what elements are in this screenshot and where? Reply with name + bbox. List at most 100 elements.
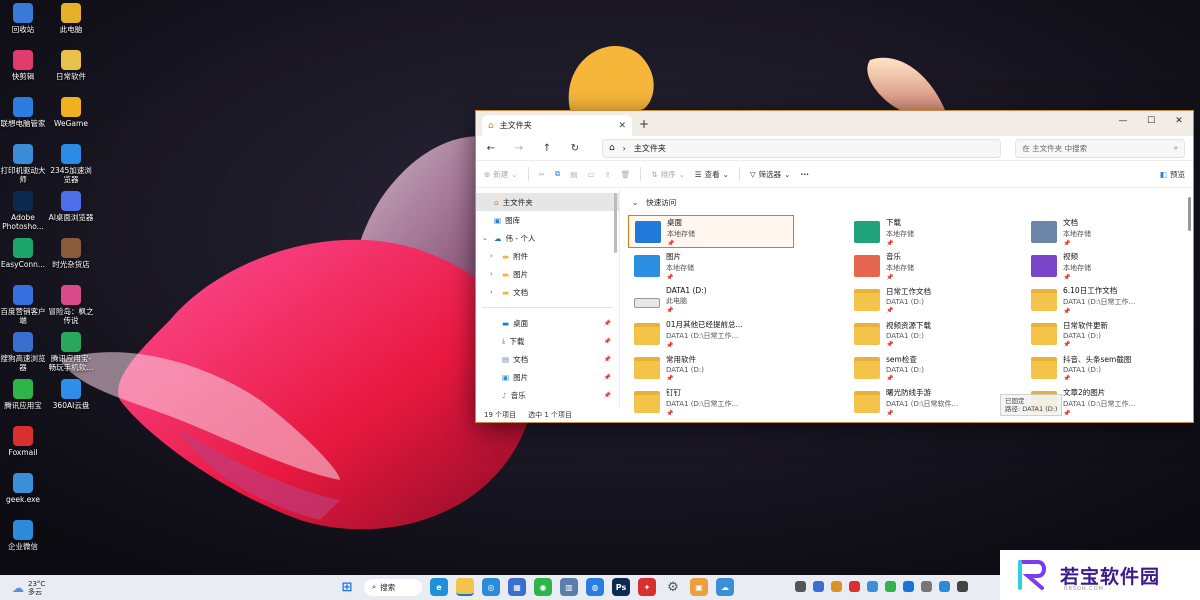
tray-icon[interactable]	[831, 581, 842, 592]
quick-access-item[interactable]: 6.10日工作文档 DATA1 (D:\日常工作... 📌	[1025, 283, 1191, 316]
new-button[interactable]: ⊕ 新建 ⌄	[484, 169, 518, 180]
tray-icon[interactable]	[921, 581, 932, 592]
new-tab-icon[interactable]: +	[639, 117, 649, 131]
tray-icon[interactable]	[813, 581, 824, 592]
desktop-icon[interactable]: 冒险岛：枫之传说	[48, 285, 94, 325]
title-bar[interactable]: ⌂ 主文件夹 ✕ + — ☐ ✕	[476, 111, 1193, 136]
filter-button[interactable]: ▽ 筛选器 ⌄	[750, 169, 791, 180]
rename-icon[interactable]: ▭	[587, 170, 594, 179]
file-explorer-window[interactable]: ⌂ 主文件夹 ✕ + — ☐ ✕ ← → ↑ ↻ ⌂ › 主文件夹 在 主文件夹…	[475, 110, 1194, 423]
share-icon[interactable]: ⇪	[604, 170, 610, 179]
gallery-app-icon[interactable]: ▣	[690, 578, 708, 596]
sidebar-item-pinned[interactable]: ♪ 音乐 📌	[476, 386, 619, 404]
sidebar-item-gallery[interactable]: ▣ 图库	[476, 211, 619, 229]
close-window-icon[interactable]: ✕	[1165, 111, 1193, 131]
quick-access-item[interactable]: 图片 本地存储 📌	[628, 249, 794, 282]
desktop-icon[interactable]: 时光杂货店	[48, 238, 94, 269]
quick-access-item[interactable]: DATA1 (D:) 此电脑 📌	[628, 283, 794, 316]
settings-icon[interactable]: ⚙	[664, 578, 682, 596]
sidebar-item-pinned[interactable]: ▣ 图片 📌	[476, 368, 619, 386]
tray-icon[interactable]	[903, 581, 914, 592]
edge-browser-icon[interactable]: e	[430, 578, 448, 596]
copy-icon[interactable]: ⧉	[555, 169, 560, 179]
start-icon[interactable]: ⊞	[338, 578, 356, 596]
desktop-icon[interactable]: Foxmail	[0, 426, 46, 457]
tab-home[interactable]: ⌂ 主文件夹 ✕	[482, 115, 632, 136]
chevron-right-icon[interactable]: ›	[490, 288, 498, 296]
sidebar-item-pinned[interactable]: ▬ 桌面 📌	[476, 314, 619, 332]
search-input[interactable]: 在 主文件夹 中搜索 ⌕	[1015, 138, 1186, 158]
app-icon[interactable]: ▥	[560, 578, 578, 596]
quick-access-item[interactable]: 日常软件更新 DATA1 (D:) 📌	[1025, 317, 1191, 350]
browser-icon[interactable]: ◍	[586, 578, 604, 596]
desktop-icon[interactable]: Adobe Photosho...	[0, 191, 46, 231]
sidebar-item-subfolder[interactable]: › ▬ 文档	[476, 283, 619, 301]
desktop-icon[interactable]: EasyConn...	[0, 238, 46, 269]
quick-access-item[interactable]: 常用软件 DATA1 (D:) 📌	[628, 351, 794, 384]
quick-access-item[interactable]: 视频 本地存储 📌	[1025, 249, 1191, 282]
preview-button[interactable]: ◧ 预览	[1160, 169, 1185, 180]
desktop-icon[interactable]: geek.exe	[0, 473, 46, 504]
quick-access-item[interactable]: 文档 本地存储 📌	[1025, 215, 1191, 248]
chevron-down-icon[interactable]: ⌄	[482, 234, 490, 242]
desktop-icon[interactable]: 腾讯应用宝-畅玩手机软...	[48, 332, 94, 372]
quick-access-item[interactable]: 桌面 本地存储 📌	[628, 215, 794, 248]
desktop-icon[interactable]: 回收站	[0, 3, 46, 34]
quick-access-item[interactable]: 抖音、头条sem截图 DATA1 (D:) 📌	[1025, 351, 1191, 384]
tray-icon[interactable]	[957, 581, 968, 592]
desktop-icon[interactable]: 快剪辑	[0, 50, 46, 81]
quick-access-item[interactable]: 音乐 本地存储 📌	[848, 249, 1014, 282]
file-explorer-icon[interactable]	[456, 578, 474, 596]
quick-access-item[interactable]: 日常工作文档 DATA1 (D:) 📌	[848, 283, 1014, 316]
address-bar[interactable]: ⌂ › 主文件夹	[601, 138, 1002, 158]
desktop-icon[interactable]: 日常软件	[48, 50, 94, 81]
tray-icon[interactable]	[867, 581, 878, 592]
close-tab-icon[interactable]: ✕	[618, 121, 626, 131]
taskbar-search[interactable]: ⌕ 搜索	[364, 578, 422, 596]
photoshop-icon[interactable]: Ps	[612, 578, 630, 596]
quick-access-item[interactable]: 下载 本地存储 📌	[848, 215, 1014, 248]
paste-icon[interactable]: ▤	[570, 170, 577, 179]
sidebar-scrollbar[interactable]	[614, 193, 617, 253]
wechat-icon[interactable]: ◉	[534, 578, 552, 596]
tray-icon[interactable]	[939, 581, 950, 592]
desktop-icon[interactable]: 搜狗高速浏览器	[0, 332, 46, 372]
desktop-icon[interactable]: 2345加速浏览器	[48, 144, 94, 184]
cut-icon[interactable]: ✂	[539, 170, 545, 179]
up-icon[interactable]: ↑	[540, 143, 554, 154]
desktop-icon[interactable]: 打印机驱动大师	[0, 144, 46, 184]
desktop-icon[interactable]: AI桌面浏览器	[48, 191, 94, 222]
delete-icon[interactable]: 🗑	[621, 170, 631, 179]
desktop-icon[interactable]: 联想电脑管家	[0, 97, 46, 128]
quick-access-item[interactable]: sem检查 DATA1 (D:) 📌	[848, 351, 1014, 384]
quick-access-header[interactable]: ⌄ 快速访问	[632, 195, 1185, 209]
sidebar-item-home[interactable]: ⌂ 主文件夹	[476, 193, 619, 211]
chevron-right-icon[interactable]: ›	[490, 252, 498, 260]
maximize-icon[interactable]: ☐	[1137, 111, 1165, 131]
main-scrollbar[interactable]	[1188, 197, 1191, 231]
sidebar-item-subfolder[interactable]: › ▬ 附件	[476, 247, 619, 265]
minimize-icon[interactable]: —	[1109, 111, 1137, 131]
game-icon[interactable]: ✦	[638, 578, 656, 596]
desktop-icon[interactable]: 此电脑	[48, 3, 94, 34]
tray-icon[interactable]	[885, 581, 896, 592]
desktop-icon[interactable]: 百度营销客户端	[0, 285, 46, 325]
desktop-icon[interactable]: 360AI云盘	[48, 379, 94, 410]
chevron-right-icon[interactable]: ›	[490, 270, 498, 278]
sidebar-item-pinned[interactable]: ⤓ 下载 📌	[476, 332, 619, 350]
sidebar-item-onedrive[interactable]: ⌄ ☁ 伟 - 个人	[476, 229, 619, 247]
store-icon[interactable]: ▦	[508, 578, 526, 596]
sidebar-item-pinned[interactable]: ▤ 文档 📌	[476, 350, 619, 368]
view-button[interactable]: ☰ 查看 ⌄	[695, 169, 729, 180]
tray-icon[interactable]	[849, 581, 860, 592]
more-button[interactable]: ···	[800, 170, 809, 179]
desktop-icon[interactable]: WeGame	[48, 97, 94, 128]
quick-access-item[interactable]: 视频资源下载 DATA1 (D:) 📌	[848, 317, 1014, 350]
desktop-icon[interactable]: 企业微信	[0, 520, 46, 551]
cloud-app-icon[interactable]: ☁	[716, 578, 734, 596]
weather-widget[interactable]: ☁ 23°C 多云	[12, 580, 45, 596]
back-icon[interactable]: ←	[484, 143, 498, 154]
refresh-icon[interactable]: ↻	[568, 143, 582, 154]
quick-access-item[interactable]: 01月其他已经提前总... DATA1 (D:\日常工作... 📌	[628, 317, 794, 350]
sort-button[interactable]: ⇅ 排序 ⌄	[651, 169, 685, 180]
